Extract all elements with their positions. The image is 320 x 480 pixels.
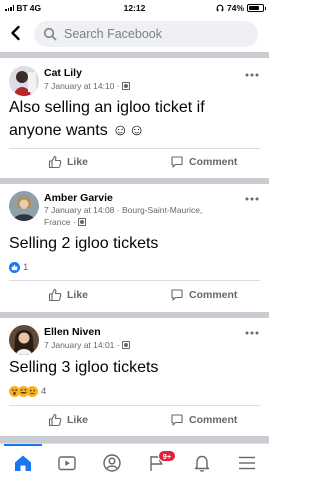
search-icon (43, 27, 57, 41)
headphones-icon (216, 4, 224, 12)
comment-icon (171, 289, 183, 301)
post-text: Also selling an igloo ticket if anyone w… (9, 99, 205, 139)
comment-button[interactable]: Comment (170, 413, 237, 427)
globe-icon (78, 218, 87, 226)
post-meta: 7 January at 14:10 · (44, 80, 224, 92)
thumbs-up-icon (48, 288, 62, 302)
battery-percent: 74% (226, 3, 244, 13)
like-button[interactable]: Like (48, 288, 88, 302)
header: Search Facebook (0, 18, 269, 50)
reaction-summary[interactable]: 4 (9, 386, 46, 397)
feed-separator (0, 436, 269, 443)
notification-badge: 9+ (158, 450, 176, 462)
divider (9, 405, 260, 406)
like-button[interactable]: Like (48, 413, 88, 427)
search-bar[interactable]: Search Facebook (34, 21, 258, 47)
menu-icon (239, 456, 255, 470)
watch-icon (58, 456, 76, 471)
divider (9, 148, 260, 149)
post-meta: 7 January at 14:08 · Bourg-Saint-Maurice… (44, 204, 224, 228)
reaction-count: 1 (23, 262, 29, 273)
like-reaction-icon (9, 262, 20, 273)
post-card: Amber Garvie 7 January at 14:08 · Bourg-… (0, 184, 269, 312)
more-options-icon[interactable] (244, 196, 260, 202)
tab-watch[interactable] (56, 452, 78, 474)
post-card: Cat Lily 7 January at 14:10 · Also selli… (0, 58, 269, 178)
active-tab-indicator (4, 444, 42, 446)
like-button[interactable]: Like (48, 155, 88, 169)
post-text: Selling 3 igloo tickets (9, 359, 159, 376)
globe-icon (121, 82, 130, 90)
like-label: Like (67, 156, 89, 168)
profile-icon (103, 454, 121, 472)
reaction-summary[interactable]: 1 (9, 262, 28, 273)
comment-label: Comment (189, 414, 238, 426)
more-options-icon[interactable] (244, 72, 260, 78)
post-card: Ellen Niven 7 January at 14:01 · Selling… (0, 318, 269, 436)
comment-label: Comment (189, 289, 238, 301)
comment-icon (171, 156, 183, 168)
globe-icon (121, 341, 130, 349)
like-label: Like (67, 414, 89, 426)
battery-icon (247, 4, 266, 12)
tab-home[interactable] (12, 452, 34, 474)
battery-info: 74% (216, 3, 266, 13)
comment-icon (171, 414, 183, 426)
post-meta: 7 January at 14:01 · (44, 339, 224, 351)
home-icon (15, 455, 31, 471)
post-author[interactable]: Ellen Niven (44, 326, 101, 338)
avatar[interactable] (9, 191, 39, 221)
search-input[interactable]: Search Facebook (64, 27, 162, 41)
avatar[interactable] (9, 66, 39, 96)
post-author[interactable]: Cat Lily (44, 67, 82, 79)
post-timestamp[interactable]: 7 January at 14:10 · (44, 81, 120, 91)
status-bar: BT 4G 12:12 74% (0, 0, 269, 16)
post-timestamp[interactable]: 7 January at 14:08 · (44, 205, 120, 215)
comment-button[interactable]: Comment (170, 155, 237, 169)
bell-icon (194, 455, 210, 472)
comment-label: Comment (189, 156, 238, 168)
tab-menu[interactable] (236, 452, 258, 474)
divider (9, 280, 260, 281)
bottom-tab-bar (0, 443, 269, 480)
post-timestamp[interactable]: 7 January at 14:01 · (44, 340, 120, 350)
thumbs-up-icon (48, 155, 62, 169)
tab-notifications[interactable] (191, 452, 213, 474)
back-arrow-icon[interactable] (6, 23, 26, 43)
more-options-icon[interactable] (244, 330, 260, 336)
like-label: Like (67, 289, 89, 301)
thumbs-up-icon (48, 413, 62, 427)
post-author[interactable]: Amber Garvie (44, 192, 113, 204)
avatar[interactable] (9, 325, 39, 355)
comment-button[interactable]: Comment (170, 288, 237, 302)
reaction-count: 4 (41, 386, 47, 397)
post-text: Selling 2 igloo tickets (9, 235, 159, 252)
tab-profile[interactable] (101, 452, 123, 474)
sad-reaction-icon (27, 386, 38, 397)
